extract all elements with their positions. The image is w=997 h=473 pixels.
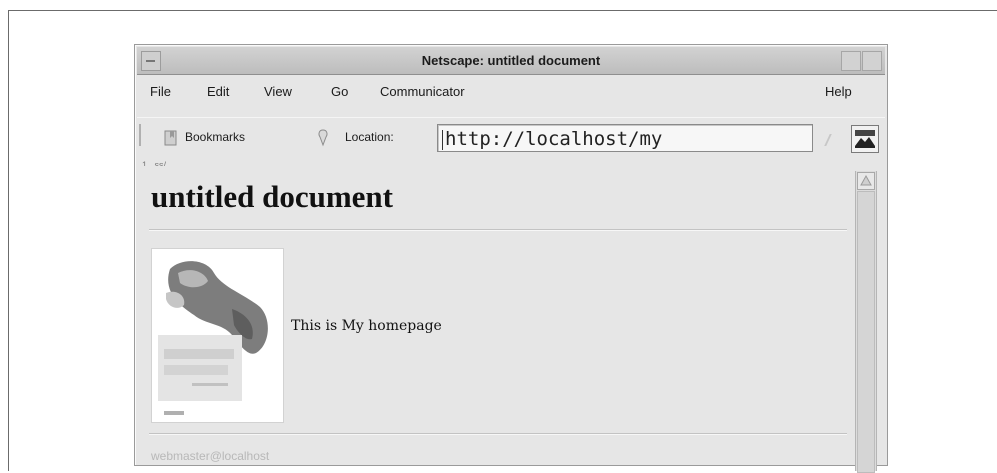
footer-text[interactable]: webmaster@localhost <box>151 449 269 463</box>
url-dropdown-mark[interactable] <box>824 134 840 146</box>
menu-view[interactable]: View <box>264 84 292 99</box>
location-url-field[interactable]: http://localhost/my <box>437 124 813 152</box>
page-content: untitled document This is My homepage we… <box>137 166 855 465</box>
menu-go[interactable]: Go <box>331 84 348 99</box>
menu-help[interactable]: Help <box>825 84 852 99</box>
toolbar-grip[interactable] <box>139 124 147 146</box>
menu-communicator[interactable]: Communicator <box>380 84 465 99</box>
menubar: File Edit View Go Communicator Help <box>137 78 885 104</box>
window-title: Netscape: untitled document <box>421 53 601 68</box>
location-label: Location: <box>345 130 394 144</box>
netscape-throbber-icon[interactable] <box>851 125 879 153</box>
throbber-graphic <box>855 130 875 148</box>
book-cover-image[interactable] <box>151 248 284 423</box>
menu-edit[interactable]: Edit <box>207 84 229 99</box>
location-toolbar: Bookmarks Location: http://localhost/my … <box>137 117 885 170</box>
bookmarks-button[interactable]: Bookmarks <box>185 130 245 144</box>
bookmark-icon[interactable] <box>162 128 180 148</box>
location-icon[interactable] <box>315 128 331 148</box>
cover-illustration <box>158 261 268 415</box>
window-titlebar[interactable]: Netscape: untitled document <box>137 47 885 75</box>
vertical-scrollbar[interactable] <box>855 171 877 473</box>
page-heading: untitled document <box>151 179 393 214</box>
minimize-icon[interactable] <box>841 51 861 71</box>
url-text: http://localhost/my <box>445 128 663 150</box>
homepage-text: This is My homepage <box>291 318 442 334</box>
menu-file[interactable]: File <box>150 84 171 99</box>
horizontal-rule <box>149 229 847 231</box>
browser-window: Netscape: untitled document File Edit Vi… <box>134 44 888 473</box>
scroll-thumb[interactable] <box>857 191 875 473</box>
text-caret <box>442 129 443 150</box>
scroll-up-arrow-icon[interactable] <box>857 172 875 190</box>
horizontal-rule <box>149 433 847 435</box>
maximize-icon[interactable] <box>862 51 882 71</box>
